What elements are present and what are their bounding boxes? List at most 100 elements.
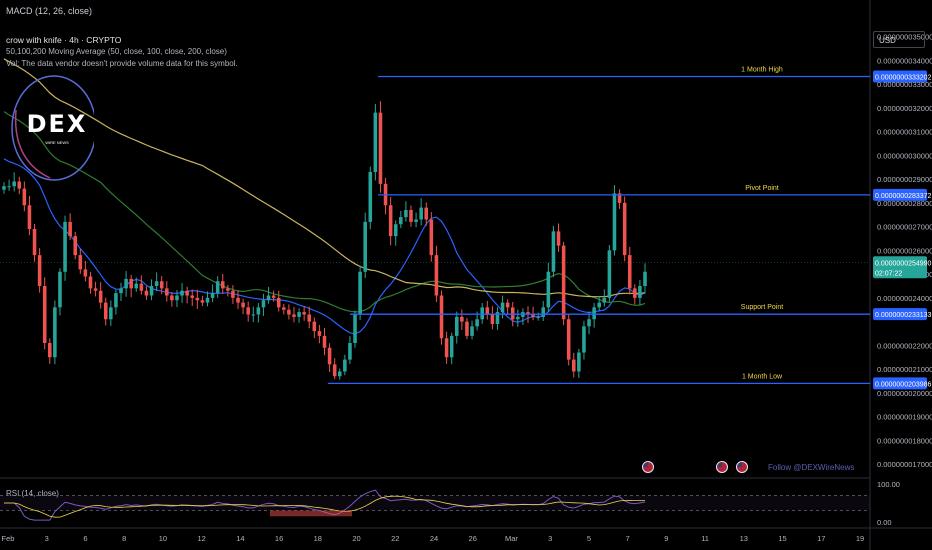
candle-body [485,307,490,315]
candle-body [490,314,495,324]
candle-body [505,302,510,308]
candle-body [48,343,52,358]
candle-body [541,307,546,317]
candle-body [73,236,78,256]
level-label: 1 Month Low [742,373,783,380]
candle-body [470,326,474,336]
time-tick-label: 18 [314,534,322,543]
time-tick-label: 17 [817,534,825,543]
candle-body [12,181,16,187]
follow-text: Follow @DEXWireNews [768,463,855,472]
candle-body [536,316,540,318]
time-tick-label: 3 [45,534,49,543]
candle-body [566,319,571,360]
candle-body [215,281,220,294]
candle-body [88,276,93,289]
time-tick-label: 8 [122,534,126,543]
candle-body [577,352,581,372]
time-tick-label: 22 [391,534,399,543]
level-label: Support Point [741,304,783,311]
candle-body [480,307,484,320]
candle-body [63,221,67,272]
us-flag-icon[interactable] [736,461,748,473]
candle-body [42,286,47,343]
time-tick-label: 11 [701,534,709,543]
candle-body [261,300,266,308]
candle-body [231,290,235,298]
time-tick-label: 12 [197,534,205,543]
time-tick-label: 10 [159,534,167,543]
time-tick-label: 15 [778,534,786,543]
candle-body [373,112,378,172]
price-tick-label: 0.0000000340000 [877,56,932,65]
candle-body [58,271,62,308]
candle-body [348,343,352,360]
time-tick-label: 20 [352,534,360,543]
level-price-label: 0.0000000203986 [875,381,932,388]
rsi-tick-label: 100.00 [877,480,900,489]
candle-body [378,112,383,184]
candle-body [93,288,98,291]
candle-body [205,297,210,303]
candle-body [475,319,479,327]
time-tick-label: 16 [275,534,283,543]
currency-button[interactable]: USD [873,31,925,48]
price-tick-label: 0.0000000190000 [877,413,932,422]
candle-body [144,290,149,296]
candle-body [190,295,195,298]
time-tick-label: 24 [430,534,438,543]
price-tick-label: 0.0000000200000 [877,389,932,398]
candle-body [220,281,225,289]
candle-body [165,288,169,296]
candle-body [449,335,454,358]
candle-body [32,229,37,256]
us-flag-icon[interactable] [716,461,728,473]
rsi-oversold-fill [270,510,352,517]
us-flag-icon[interactable] [642,461,654,473]
dex-logo-subtext: WIRE NEWS [45,140,69,145]
candle-body [114,293,118,308]
candle-body [210,293,215,298]
candle-body [124,278,128,289]
candle-body [358,271,362,315]
price-tick-label: 0.0000000320000 [877,104,932,113]
candle-body [582,326,586,353]
candle-body [134,283,139,289]
volume-legend[interactable]: Vol: The data vendor doesn't provide vol… [6,59,238,68]
price-tick-label: 0.0000000280000 [877,199,932,208]
candle-body [424,207,429,220]
candle-body [592,307,596,320]
candle-body [175,295,179,301]
candle-body [612,193,617,251]
macd-indicator-label[interactable]: MACD (12, 26, close) [6,6,92,16]
candle-body [343,359,347,372]
candle-body [200,300,205,303]
candle-body [363,221,367,272]
price-tick-label: 0.0000000270000 [877,223,932,232]
time-tick-label: 26 [469,534,477,543]
candle-body [388,205,393,237]
time-tick-label: 6 [83,534,87,543]
candle-body [399,217,403,225]
price-tick-label: 0.0000000330000 [877,80,932,89]
candle-body [297,312,301,317]
candle-body [531,314,535,317]
candle-body [17,181,22,189]
candle-body [429,219,434,256]
candle-body [7,186,11,188]
symbol-title[interactable]: crow with knife · 4h · CRYPTO [6,35,121,45]
candle-body [68,221,72,237]
candle-body [292,314,296,317]
moving-average-legend[interactable]: 50,100,200 Moving Average (50, close, 10… [6,47,227,56]
time-tick-label: 5 [587,534,591,543]
price-tick-label: 0.0000000210000 [877,365,932,374]
candle-body [368,172,373,222]
time-tick-label: Feb [2,534,15,543]
candle-body [393,224,398,237]
candle-body [53,307,57,358]
rsi-tick-label: 0.00 [877,518,892,527]
candle-body [37,255,42,286]
candle-body [602,297,607,303]
candle-body [607,250,612,298]
price-tick-label: 0.0000000260000 [877,246,932,255]
